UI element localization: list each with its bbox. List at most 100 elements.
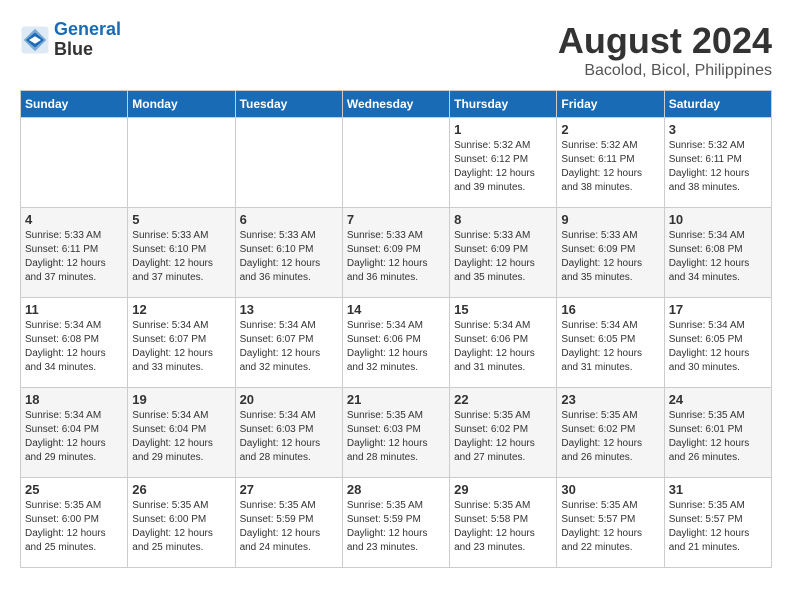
day-of-week-header: Monday	[128, 91, 235, 118]
day-number: 30	[561, 482, 659, 497]
day-number: 27	[240, 482, 338, 497]
title-area: August 2024 Bacolod, Bicol, Philippines	[558, 20, 772, 80]
day-info: Sunrise: 5:35 AM Sunset: 5:59 PM Dayligh…	[347, 499, 445, 555]
calendar-body: 1Sunrise: 5:32 AM Sunset: 6:12 PM Daylig…	[21, 118, 772, 568]
day-info: Sunrise: 5:35 AM Sunset: 6:02 PM Dayligh…	[561, 409, 659, 465]
day-info: Sunrise: 5:33 AM Sunset: 6:09 PM Dayligh…	[561, 229, 659, 285]
day-number: 9	[561, 212, 659, 227]
calendar-cell: 11 Sunrise: 5:34 AM Sunset: 6:08 PM Dayli…	[21, 298, 128, 388]
calendar-cell	[21, 118, 128, 208]
header-row: SundayMondayTuesdayWednesdayThursdayFrid…	[21, 91, 772, 118]
day-number: 22	[454, 392, 552, 407]
calendar-cell: 22 Sunrise: 5:35 AM Sunset: 6:02 PM Dayli…	[450, 388, 557, 478]
calendar-cell: 3 Sunrise: 5:32 AM Sunset: 6:11 PM Daylig…	[664, 118, 771, 208]
calendar-cell: 23 Sunrise: 5:35 AM Sunset: 6:02 PM Dayli…	[557, 388, 664, 478]
day-number: 7	[347, 212, 445, 227]
calendar-cell: 25Sunrise: 5:35 AM Sunset: 6:00 PM Dayli…	[21, 478, 128, 568]
day-info: Sunrise: 5:35 AM Sunset: 5:57 PM Dayligh…	[669, 499, 767, 555]
day-number: 26	[132, 482, 230, 497]
day-info: Sunrise: 5:34 AM Sunset: 6:06 PM Dayligh…	[347, 319, 445, 375]
day-info: Sunrise: 5:32 AM Sunset: 6:11 PM Dayligh…	[669, 139, 767, 195]
day-number: 18	[25, 392, 123, 407]
calendar-cell: 24 Sunrise: 5:35 AM Sunset: 6:01 PM Dayli…	[664, 388, 771, 478]
calendar-cell: 1Sunrise: 5:32 AM Sunset: 6:12 PM Daylig…	[450, 118, 557, 208]
day-info: Sunrise: 5:34 AM Sunset: 6:08 PM Dayligh…	[25, 319, 123, 375]
day-number: 6	[240, 212, 338, 227]
calendar-cell: 26 Sunrise: 5:35 AM Sunset: 6:00 PM Dayli…	[128, 478, 235, 568]
calendar-cell: 4 Sunrise: 5:33 AM Sunset: 6:11 PM Daylig…	[21, 208, 128, 298]
calendar-cell: 6 Sunrise: 5:33 AM Sunset: 6:10 PM Daylig…	[235, 208, 342, 298]
day-info: Sunrise: 5:35 AM Sunset: 6:03 PM Dayligh…	[347, 409, 445, 465]
day-info: Sunrise: 5:32 AM Sunset: 6:11 PM Dayligh…	[561, 139, 659, 195]
calendar-cell: 12Sunrise: 5:34 AM Sunset: 6:07 PM Dayli…	[128, 298, 235, 388]
day-info: Sunrise: 5:35 AM Sunset: 5:58 PM Dayligh…	[454, 499, 552, 555]
calendar-cell: 21 Sunrise: 5:35 AM Sunset: 6:03 PM Dayli…	[342, 388, 449, 478]
day-number: 4	[25, 212, 123, 227]
day-number: 29	[454, 482, 552, 497]
calendar-cell: 27 Sunrise: 5:35 AM Sunset: 5:59 PM Dayli…	[235, 478, 342, 568]
day-info: Sunrise: 5:35 AM Sunset: 5:59 PM Dayligh…	[240, 499, 338, 555]
calendar-cell: 17Sunrise: 5:34 AM Sunset: 6:05 PM Dayli…	[664, 298, 771, 388]
day-info: Sunrise: 5:34 AM Sunset: 6:07 PM Dayligh…	[240, 319, 338, 375]
day-info: Sunrise: 5:33 AM Sunset: 6:09 PM Dayligh…	[347, 229, 445, 285]
calendar-cell: 8Sunrise: 5:33 AM Sunset: 6:09 PM Daylig…	[450, 208, 557, 298]
day-info: Sunrise: 5:34 AM Sunset: 6:03 PM Dayligh…	[240, 409, 338, 465]
calendar-table: SundayMondayTuesdayWednesdayThursdayFrid…	[20, 90, 772, 568]
day-info: Sunrise: 5:34 AM Sunset: 6:07 PM Dayligh…	[132, 319, 230, 375]
calendar-cell: 15 Sunrise: 5:34 AM Sunset: 6:06 PM Dayli…	[450, 298, 557, 388]
calendar-week-row: 18 Sunrise: 5:34 AM Sunset: 6:04 PM Dayli…	[21, 388, 772, 478]
calendar-cell: 7 Sunrise: 5:33 AM Sunset: 6:09 PM Daylig…	[342, 208, 449, 298]
day-number: 21	[347, 392, 445, 407]
page-header: General Blue August 2024 Bacolod, Bicol,…	[20, 20, 772, 80]
calendar-week-row: 11 Sunrise: 5:34 AM Sunset: 6:08 PM Dayli…	[21, 298, 772, 388]
day-info: Sunrise: 5:35 AM Sunset: 6:01 PM Dayligh…	[669, 409, 767, 465]
day-info: Sunrise: 5:35 AM Sunset: 5:57 PM Dayligh…	[561, 499, 659, 555]
day-number: 17	[669, 302, 767, 317]
calendar-cell: 9 Sunrise: 5:33 AM Sunset: 6:09 PM Daylig…	[557, 208, 664, 298]
calendar-cell: 30 Sunrise: 5:35 AM Sunset: 5:57 PM Dayli…	[557, 478, 664, 568]
logo-icon	[20, 25, 50, 55]
day-of-week-header: Thursday	[450, 91, 557, 118]
day-info: Sunrise: 5:34 AM Sunset: 6:04 PM Dayligh…	[25, 409, 123, 465]
day-number: 5	[132, 212, 230, 227]
day-number: 23	[561, 392, 659, 407]
calendar-week-row: 1Sunrise: 5:32 AM Sunset: 6:12 PM Daylig…	[21, 118, 772, 208]
day-number: 14	[347, 302, 445, 317]
day-number: 2	[561, 122, 659, 137]
calendar-cell: 28Sunrise: 5:35 AM Sunset: 5:59 PM Dayli…	[342, 478, 449, 568]
logo-line2: Blue	[54, 40, 121, 60]
calendar-cell: 18 Sunrise: 5:34 AM Sunset: 6:04 PM Dayli…	[21, 388, 128, 478]
calendar-cell: 31 Sunrise: 5:35 AM Sunset: 5:57 PM Dayli…	[664, 478, 771, 568]
day-info: Sunrise: 5:33 AM Sunset: 6:10 PM Dayligh…	[132, 229, 230, 285]
day-info: Sunrise: 5:34 AM Sunset: 6:04 PM Dayligh…	[132, 409, 230, 465]
calendar-week-row: 25Sunrise: 5:35 AM Sunset: 6:00 PM Dayli…	[21, 478, 772, 568]
day-number: 11	[25, 302, 123, 317]
day-number: 16	[561, 302, 659, 317]
day-info: Sunrise: 5:35 AM Sunset: 6:00 PM Dayligh…	[25, 499, 123, 555]
day-number: 3	[669, 122, 767, 137]
calendar-cell: 20 Sunrise: 5:34 AM Sunset: 6:03 PM Dayli…	[235, 388, 342, 478]
day-info: Sunrise: 5:34 AM Sunset: 6:06 PM Dayligh…	[454, 319, 552, 375]
subtitle: Bacolod, Bicol, Philippines	[558, 62, 772, 80]
day-of-week-header: Friday	[557, 91, 664, 118]
day-number: 1	[454, 122, 552, 137]
calendar-cell	[342, 118, 449, 208]
day-info: Sunrise: 5:34 AM Sunset: 6:08 PM Dayligh…	[669, 229, 767, 285]
calendar-cell: 2 Sunrise: 5:32 AM Sunset: 6:11 PM Daylig…	[557, 118, 664, 208]
calendar-header: SundayMondayTuesdayWednesdayThursdayFrid…	[21, 91, 772, 118]
main-title: August 2024	[558, 20, 772, 62]
day-info: Sunrise: 5:33 AM Sunset: 6:09 PM Dayligh…	[454, 229, 552, 285]
day-info: Sunrise: 5:33 AM Sunset: 6:11 PM Dayligh…	[25, 229, 123, 285]
day-of-week-header: Saturday	[664, 91, 771, 118]
day-number: 13	[240, 302, 338, 317]
day-number: 24	[669, 392, 767, 407]
calendar-cell: 13 Sunrise: 5:34 AM Sunset: 6:07 PM Dayli…	[235, 298, 342, 388]
calendar-week-row: 4 Sunrise: 5:33 AM Sunset: 6:11 PM Daylig…	[21, 208, 772, 298]
day-number: 20	[240, 392, 338, 407]
day-of-week-header: Wednesday	[342, 91, 449, 118]
day-info: Sunrise: 5:33 AM Sunset: 6:10 PM Dayligh…	[240, 229, 338, 285]
day-info: Sunrise: 5:35 AM Sunset: 6:00 PM Dayligh…	[132, 499, 230, 555]
day-number: 15	[454, 302, 552, 317]
day-number: 31	[669, 482, 767, 497]
day-info: Sunrise: 5:35 AM Sunset: 6:02 PM Dayligh…	[454, 409, 552, 465]
